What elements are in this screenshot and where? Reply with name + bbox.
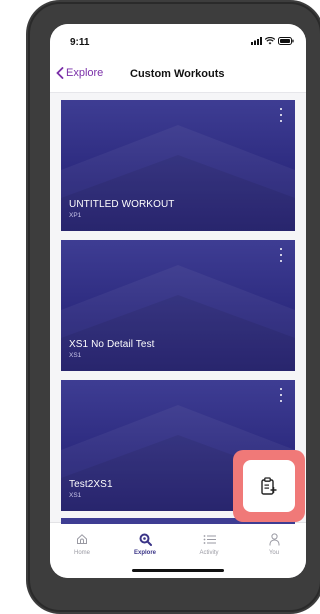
tab-home[interactable]: Home [59,531,105,556]
status-bar: 9:11 [50,24,306,58]
back-button[interactable]: Explore [56,67,103,79]
status-icons [251,37,294,45]
workout-title: UNTITLED WORKOUT [69,199,175,210]
tab-you[interactable]: You [251,531,297,556]
tab-label: Home [73,550,90,556]
more-options-icon[interactable] [277,248,285,262]
workout-subtitle: XS1 [69,492,82,499]
nav-bar: Explore Custom Workouts [50,58,306,93]
explore-search-icon [139,533,152,546]
workout-subtitle: XS1 [69,352,82,359]
more-options-icon[interactable] [277,388,285,402]
status-time: 9:11 [70,37,90,48]
home-icon [77,534,87,544]
battery-icon [278,37,294,45]
workout-card[interactable]: UNTITLED WORKOUT XP1 [61,100,295,231]
add-workout-button[interactable] [243,460,295,512]
workout-title: XS1 No Detail Test [69,339,155,350]
tab-label: Activity [199,550,219,556]
activity-list-icon [203,534,216,544]
profile-icon [269,532,279,545]
chevron-left-icon [56,67,64,79]
home-indicator [132,569,224,572]
more-options-icon[interactable] [277,108,285,122]
card-pattern [61,125,295,231]
workout-subtitle: XP1 [69,212,82,219]
tab-explore[interactable]: Explore [122,531,168,556]
workout-card[interactable]: XS1 No Detail Test XS1 [61,240,295,371]
tab-activity[interactable]: Activity [186,531,232,556]
card-pattern [61,265,295,371]
tab-label: Explore [133,550,156,556]
signal-icon [251,37,262,45]
workout-title: Test2XS1 [69,479,113,490]
wifi-icon [265,37,275,45]
back-label: Explore [66,67,104,79]
page-title: Custom Workouts [130,68,225,80]
tab-label: You [268,550,280,556]
clipboard-add-icon [261,477,277,495]
